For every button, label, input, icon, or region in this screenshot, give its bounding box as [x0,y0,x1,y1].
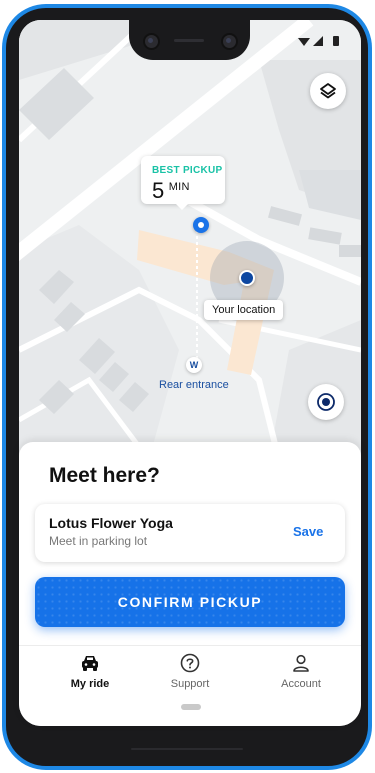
place-name: Lotus Flower Yoga [49,515,173,531]
nav-label-support: Support [170,678,210,690]
meet-here-sheet: Meet here? Lotus Flower Yoga Meet in par… [19,442,361,726]
rear-entrance-label[interactable]: Rear entrance [159,379,229,391]
recenter-location-button[interactable] [308,384,344,420]
home-indicator[interactable] [181,704,201,710]
camera-notch [129,20,250,60]
bottom-nav: My ride Support Account [19,650,361,700]
nav-label-account: Account [281,678,321,690]
phone-device: BEST PICKUP 5 MIN Your location W Rear e… [0,0,375,773]
battery-icon [333,36,339,46]
layers-icon [320,83,336,99]
device-chin-speaker [131,748,243,750]
signal-icon [313,36,323,46]
your-location-label: Your location [204,300,284,320]
my-location-icon [317,393,335,411]
nav-item-support[interactable]: Support [140,650,240,700]
sheet-title: Meet here? [49,464,160,487]
nav-label-my-ride: My ride [70,678,110,690]
pickup-card-pointer [176,204,188,210]
confirm-pickup-button[interactable]: CONFIRM PICKUP [35,577,345,627]
earpiece-speaker [174,39,204,42]
entrance-marker[interactable]: W [186,357,202,373]
pickup-eta-unit: MIN [168,181,190,193]
help-circle-icon [180,653,200,673]
front-camera-icon [221,33,238,50]
best-pickup-tag: BEST PICKUP [152,165,223,176]
pickup-point-marker[interactable] [193,217,209,233]
nav-divider [19,645,361,646]
pickup-place-card[interactable]: Lotus Flower Yoga Meet in parking lot Sa… [35,504,345,562]
current-location-dot [239,270,255,286]
confirm-pickup-label: CONFIRM PICKUP [117,594,263,610]
front-camera-icon [143,33,160,50]
save-place-button[interactable]: Save [293,524,323,539]
person-icon [293,654,309,672]
status-bar-icons [298,36,339,46]
map-layers-button[interactable] [310,73,346,109]
best-pickup-card[interactable]: BEST PICKUP 5 MIN [141,156,225,210]
pickup-eta: 5 MIN [152,178,190,204]
pickup-eta-value: 5 [152,178,165,203]
car-icon [82,656,98,671]
nav-item-account[interactable]: Account [251,650,351,700]
place-detail: Meet in parking lot [49,534,148,548]
wifi-icon [298,38,310,46]
nav-item-my-ride[interactable]: My ride [40,650,140,700]
